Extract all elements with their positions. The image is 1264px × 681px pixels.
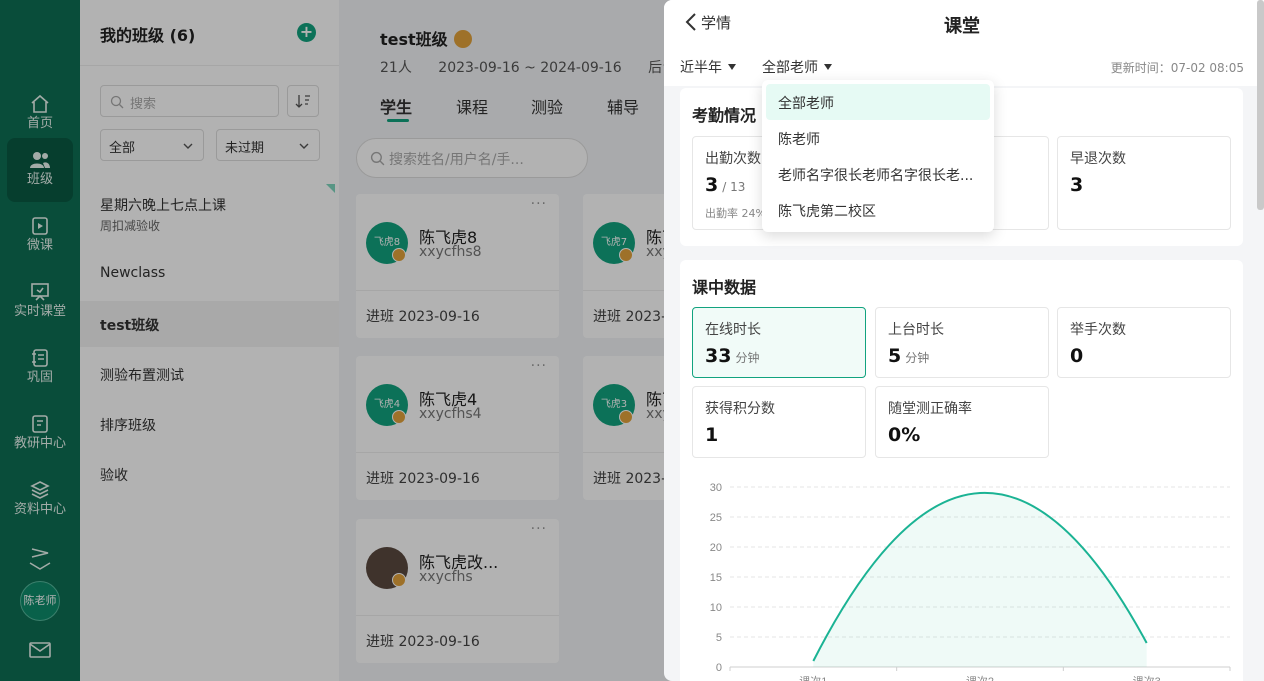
drawer-header: 学情 课堂 近半年 全部老师 更新时间：07-02 08:05 [664, 0, 1264, 86]
stat-value-number: 3 [705, 174, 719, 196]
caret-down-icon [824, 64, 832, 70]
early-leave-card: 早退次数 3 [1057, 136, 1231, 230]
stat-unit: 分钟 [735, 351, 760, 365]
dropdown-option[interactable]: 老师名字很长老师名字很长老... [766, 156, 990, 192]
stat-label: 获得积分数 [705, 401, 775, 417]
stat-label: 在线时长 [705, 322, 761, 338]
dropdown-option[interactable]: 陈老师 [766, 120, 990, 156]
caret-down-icon [728, 64, 736, 70]
x-tick-label: 课次2 [966, 674, 994, 681]
series-area [813, 492, 1147, 667]
dropdown-option-all[interactable]: 全部老师 [766, 84, 990, 120]
dropdown-option[interactable]: 陈飞虎第二校区 [766, 192, 990, 228]
drawer-title: 课堂 [944, 16, 980, 37]
y-tick-label: 15 [710, 572, 722, 584]
period-filter[interactable]: 近半年 [680, 57, 736, 77]
y-tick-label: 20 [710, 542, 722, 554]
stat-value: 3/ 13 [705, 174, 745, 196]
points-card[interactable]: 获得积分数 1 [692, 386, 866, 458]
stat-value: 3 [1070, 174, 1084, 196]
y-tick-label: 5 [716, 632, 722, 644]
stat-total: / 13 [722, 180, 746, 194]
stat-label: 随堂测正确率 [888, 401, 972, 417]
stat-label: 举手次数 [1070, 322, 1126, 338]
quiz-accuracy-card[interactable]: 随堂测正确率 0% [875, 386, 1049, 458]
period-filter-value: 近半年 [680, 60, 722, 76]
updated-time: 更新时间：07-02 08:05 [1110, 61, 1244, 75]
stat-value: 0% [888, 424, 921, 446]
stage-duration-card[interactable]: 上台时长 5 分钟 [875, 307, 1049, 378]
teacher-dropdown: 全部老师 陈老师 老师名字很长老师名字很长老... 陈飞虎第二校区 [762, 80, 994, 232]
attendance-rate: 出勤率 24% [705, 207, 766, 220]
online-duration-chart: 0 5 10 15 20 25 30 课次1 课次2 课次3 [710, 482, 1231, 681]
stat-value: 1 [705, 424, 719, 446]
stat-value: 5 分钟 [888, 345, 929, 367]
teacher-filter[interactable]: 全部老师 [762, 57, 832, 77]
x-tick-label: 课次3 [1133, 674, 1161, 681]
online-duration-card[interactable]: 在线时长 33 分钟 [692, 307, 866, 378]
stat-value-number: 5 [888, 345, 902, 367]
stat-value-number: 33 [705, 345, 732, 367]
attendance-title: 考勤情况 [692, 106, 757, 125]
y-tick-label: 0 [716, 662, 722, 674]
stat-value: 0 [1070, 345, 1084, 367]
y-tick-label: 25 [710, 512, 722, 524]
back-label: 学情 [701, 14, 732, 32]
y-tick-label: 10 [710, 602, 722, 614]
stat-value: 33 分钟 [705, 345, 759, 367]
hand-raise-card[interactable]: 举手次数 0 [1057, 307, 1231, 378]
stat-label: 上台时长 [888, 322, 944, 338]
inclass-section: 课中数据 在线时长 33 分钟 上台时长 5 分钟 举手次数 0 获得积分数 1 随… [680, 260, 1243, 681]
scrollbar[interactable] [1257, 0, 1264, 210]
chevron-left-icon [685, 13, 696, 31]
y-tick-label: 30 [710, 482, 722, 494]
stat-unit: 分钟 [905, 351, 930, 365]
back-button[interactable]: 学情 [685, 12, 731, 33]
stat-label: 出勤次数 [705, 151, 761, 167]
inclass-title: 课中数据 [692, 278, 757, 297]
teacher-filter-value: 全部老师 [762, 60, 818, 76]
stat-label: 早退次数 [1070, 151, 1126, 167]
x-tick-label: 课次1 [799, 674, 827, 681]
